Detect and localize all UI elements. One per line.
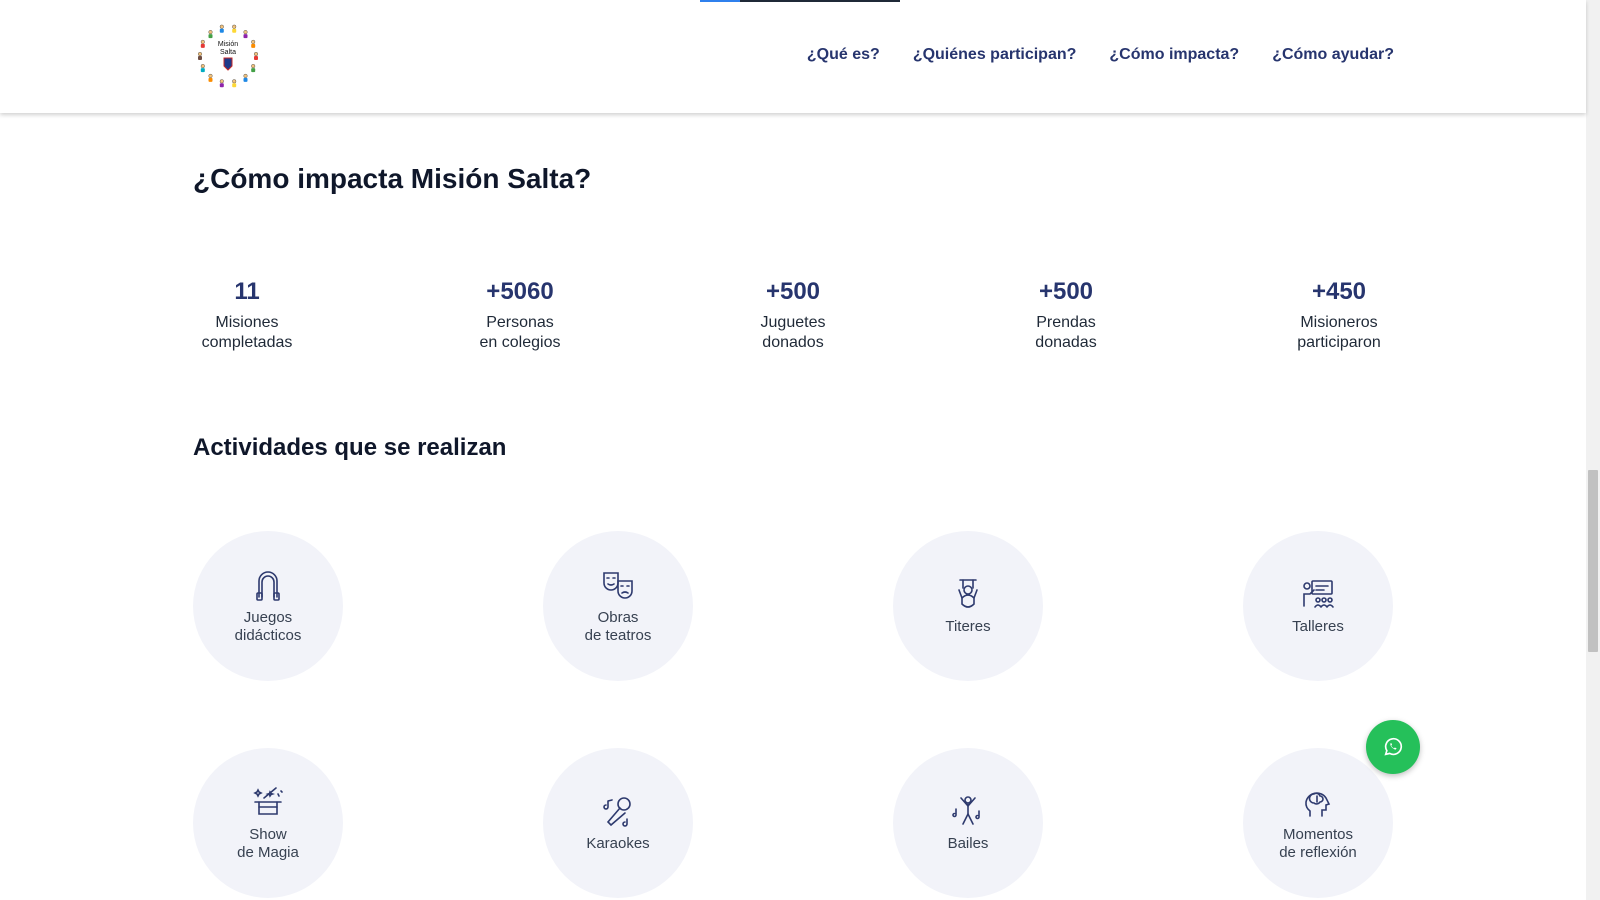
stat-prendas: +500 Prendas donadas — [976, 275, 1156, 353]
logo-text-line2: Salta — [220, 49, 236, 56]
stat-label: Personas en colegios — [479, 314, 561, 351]
logo-figure-head — [251, 64, 256, 69]
logo-figure-body — [198, 56, 202, 60]
stat-personas: +5060 Personas en colegios — [430, 275, 610, 353]
microphone-icon — [600, 793, 636, 829]
logo-figure-head — [219, 24, 224, 29]
site-logo[interactable]: Misión Salta — [194, 22, 262, 90]
mision-salta-logo-icon: Misión Salta — [197, 24, 259, 88]
nav-link-que-es[interactable]: ¿Qué es? — [807, 46, 880, 64]
head-thought-icon — [1300, 784, 1336, 820]
stat-label: Misiones completadas — [201, 314, 293, 351]
logo-figure-body — [219, 83, 224, 88]
activity-label: Obras de teatros — [584, 609, 652, 644]
puppet-icon — [950, 576, 986, 612]
activity-obras-de-teatro[interactable]: Obras de teatros — [543, 531, 693, 681]
logo-figure-head — [208, 73, 213, 78]
logo-figure-body — [243, 77, 248, 82]
nav-link-quienes-participan[interactable]: ¿Quiénes participan? — [913, 46, 1077, 64]
logo-figure-body — [254, 56, 258, 60]
logo-figure-body — [208, 77, 213, 82]
nav-link-como-impacta[interactable]: ¿Cómo impacta? — [1109, 46, 1239, 64]
classroom-icon — [1300, 576, 1336, 612]
stat-misiones: 11 Misiones completadas — [157, 275, 337, 353]
scroll-progress-bar — [700, 0, 900, 2]
activity-momentos-de-reflexion[interactable]: Momentos de reflexión — [1243, 748, 1393, 898]
stat-value: +500 — [765, 278, 821, 305]
logo-figure-body — [243, 34, 248, 39]
stat-value: +500 — [1038, 278, 1094, 305]
logo-figure-body — [232, 83, 237, 88]
activity-juegos-didacticos[interactable]: Juegos didácticos — [193, 531, 343, 681]
impact-section-title: ¿Cómo impacta Misión Salta? — [193, 163, 592, 194]
activities-section-title: Actividades que se realizan — [193, 434, 507, 461]
activity-label: Titeres — [945, 618, 991, 635]
activity-label: Show de Magia — [237, 826, 299, 861]
nav-link-como-ayudar[interactable]: ¿Cómo ayudar? — [1272, 46, 1394, 64]
activity-karaokes[interactable]: Karaokes — [543, 748, 693, 898]
logo-figure-head — [200, 39, 205, 44]
whatsapp-button[interactable] — [1366, 720, 1420, 774]
logo-figure-head — [251, 39, 256, 44]
logo-figure-body — [208, 34, 213, 39]
theater-masks-icon — [600, 567, 636, 603]
logo-figure-head — [243, 73, 248, 78]
scrollbar-track[interactable] — [1586, 0, 1600, 900]
logo-figure-head — [197, 52, 202, 57]
activity-titeres[interactable]: Titeres — [893, 531, 1043, 681]
logo-figure-body — [232, 28, 237, 33]
stat-value: +5060 — [486, 278, 554, 305]
logo-figure-body — [219, 28, 224, 33]
stat-value: +450 — [1311, 278, 1367, 305]
stat-juguetes: +500 Juguetes donados — [703, 275, 883, 353]
logo-figure-head — [232, 79, 237, 84]
logo-figure-head — [254, 52, 259, 57]
impact-stats: 11 Misiones completadas +5060 Personas e… — [193, 275, 1393, 375]
logo-figure-body — [200, 68, 205, 73]
logo-text-line1: Misión — [218, 41, 238, 48]
activity-label: Talleres — [1292, 618, 1344, 635]
stat-label: Misioneros participaron — [1297, 314, 1381, 351]
scroll-progress-fill — [700, 0, 740, 2]
logo-figure-head — [208, 30, 213, 35]
logo-figure-head — [243, 30, 248, 35]
stat-value: 11 — [234, 278, 260, 305]
logo-figure-body — [200, 43, 205, 48]
activity-label: Karaokes — [586, 835, 650, 852]
stat-label: Juguetes donados — [760, 314, 826, 351]
activity-show-de-magia[interactable]: Show de Magia — [193, 748, 343, 898]
jump-rope-icon — [250, 567, 286, 603]
logo-shield-icon — [223, 57, 233, 71]
logo-figure-body — [251, 68, 256, 73]
logo-figure-body — [251, 43, 256, 48]
stat-misioneros: +450 Misioneros participaron — [1249, 275, 1429, 353]
activity-talleres[interactable]: Talleres — [1243, 531, 1393, 681]
main-nav: ¿Qué es? ¿Quiénes participan? ¿Cómo impa… — [807, 46, 1394, 64]
activity-label: Momentos de reflexión — [1279, 826, 1357, 861]
whatsapp-icon — [1384, 737, 1403, 756]
dancer-icon — [950, 793, 986, 829]
activity-label: Juegos didácticos — [234, 609, 302, 644]
scrollbar-thumb[interactable] — [1588, 470, 1598, 652]
activity-label: Bailes — [947, 835, 989, 852]
stat-label: Prendas donadas — [1035, 314, 1097, 351]
activity-bailes[interactable]: Bailes — [893, 748, 1043, 898]
site-header: Misión Salta ¿Qué es? ¿Quiénes participa… — [0, 0, 1586, 113]
logo-figure-head — [219, 79, 224, 84]
logo-figure-head — [200, 64, 205, 69]
logo-figure-head — [232, 24, 237, 29]
magic-hat-icon — [250, 784, 286, 820]
